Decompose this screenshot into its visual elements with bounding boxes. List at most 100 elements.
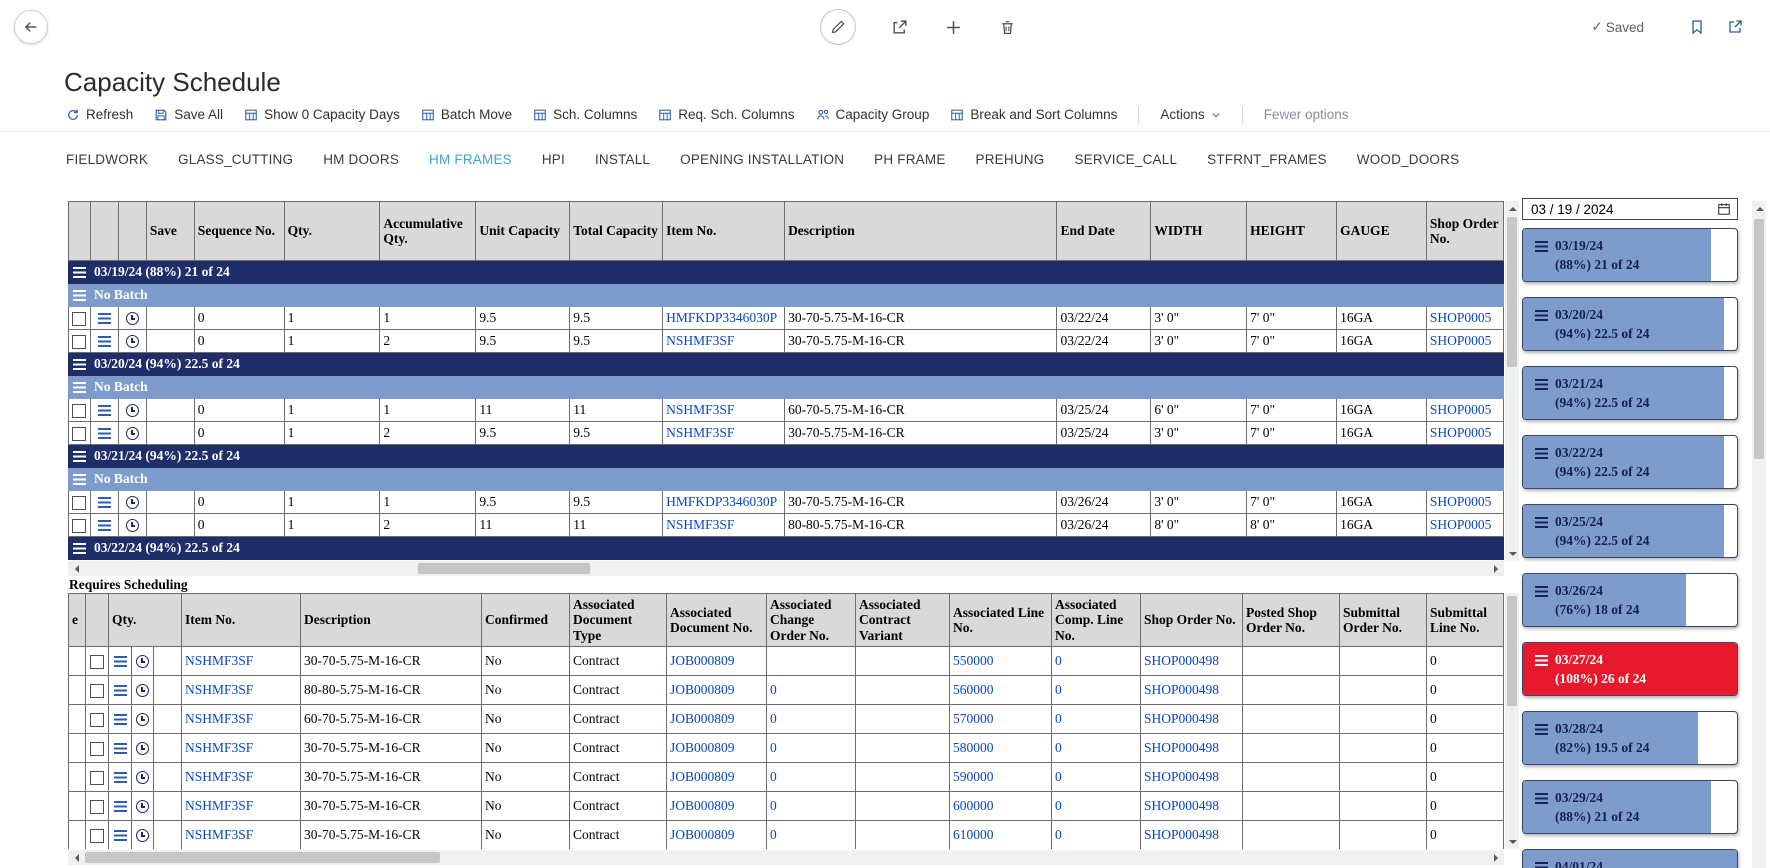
clock-icon[interactable] [126,335,139,348]
row-menu-icon[interactable] [98,405,111,416]
capacity-grid-hscrollbar[interactable] [68,561,1504,576]
capacity-group-row[interactable]: 03/19/24 (88%) 21 of 24 [69,261,1504,284]
card-menu-icon[interactable] [1535,310,1548,321]
row-menu-icon[interactable] [114,656,127,667]
card-menu-icon[interactable] [1535,517,1548,528]
scroll-right-icon[interactable] [1494,854,1498,862]
col-item-no[interactable]: Item No. [663,202,785,261]
capacity-group-row[interactable]: 03/22/24 (94%) 22.5 of 24 [69,537,1504,560]
clock-icon[interactable] [126,519,139,532]
shop-order-link[interactable]: SHOP0005 [1426,422,1503,445]
card-menu-icon[interactable] [1535,793,1548,804]
clock-icon[interactable] [136,713,149,726]
batch-row[interactable]: No Batch [69,284,1504,307]
col-item-no[interactable]: Item No. [182,594,301,647]
card-menu-icon[interactable] [1535,586,1548,597]
clock-icon[interactable] [126,312,139,325]
capacity-group-button[interactable]: Capacity Group [816,107,930,122]
shop-order-link[interactable]: SHOP000498 [1141,734,1243,763]
row-checkbox[interactable] [72,519,86,533]
line-no-link[interactable]: 580000 [950,734,1052,763]
row-menu-icon[interactable] [114,801,127,812]
day-card[interactable]: 03/22/24 (94%) 22.5 of 24 [1522,435,1738,489]
tab-hpi[interactable]: HPI [542,152,565,167]
batch-move-button[interactable]: Batch Move [421,107,512,122]
save-all-button[interactable]: Save All [154,107,223,122]
day-card[interactable]: 04/01/24 [1522,849,1738,868]
date-picker[interactable]: 03 / 19 / 2024 [1522,198,1738,220]
row-checkbox[interactable] [90,742,104,756]
row-checkbox[interactable] [90,655,104,669]
col-assoc-doc-type[interactable]: Associated Document Type [570,594,667,647]
group-menu-icon[interactable] [73,543,86,554]
shop-order-link[interactable]: SHOP000498 [1141,705,1243,734]
scroll-up-icon[interactable] [1756,207,1764,211]
col-assoc-doc-no[interactable]: Associated Document No. [667,594,767,647]
shop-order-link[interactable]: SHOP0005 [1426,514,1503,537]
row-checkbox[interactable] [90,800,104,814]
day-card[interactable]: 03/25/24 (94%) 22.5 of 24 [1522,504,1738,558]
item-no-link[interactable]: HMFKDP3346030P [663,307,785,330]
row-menu-icon[interactable] [98,520,111,531]
day-card[interactable]: 03/26/24 (76%) 18 of 24 [1522,573,1738,627]
shop-order-link[interactable]: SHOP0005 [1426,307,1503,330]
col-total-capacity[interactable]: Total Capacity [570,202,663,261]
line-no-link[interactable]: 590000 [950,763,1052,792]
back-button[interactable] [14,10,48,44]
shop-order-link[interactable]: SHOP000498 [1141,821,1243,850]
batch-row[interactable]: No Batch [69,468,1504,491]
row-checkbox[interactable] [72,335,86,349]
clock-icon[interactable] [136,771,149,784]
row-menu-icon[interactable] [114,685,127,696]
batch-menu-icon[interactable] [73,290,86,301]
row-checkbox[interactable] [90,713,104,727]
clock-icon[interactable] [136,742,149,755]
clock-icon[interactable] [126,496,139,509]
day-card[interactable]: 03/29/24 (88%) 21 of 24 [1522,780,1738,834]
show-zero-capacity-days-button[interactable]: Show 0 Capacity Days [244,107,400,122]
shop-order-link[interactable]: SHOP0005 [1426,330,1503,353]
group-menu-icon[interactable] [73,267,86,278]
col-end-date[interactable]: End Date [1057,202,1151,261]
col-submittal-line-no[interactable]: Submittal Line No. [1427,594,1504,647]
line-no-link[interactable]: 570000 [950,705,1052,734]
day-card[interactable]: 03/19/24 (88%) 21 of 24 [1522,228,1738,282]
col-assoc-contract-variant[interactable]: Associated Contract Variant [856,594,950,647]
col-qty[interactable]: Qty. [109,594,182,647]
line-no-link[interactable]: 610000 [950,821,1052,850]
col-description[interactable]: Description [785,202,1057,261]
group-menu-icon[interactable] [73,451,86,462]
doc-no-link[interactable]: JOB000809 [667,821,767,850]
scroll-down-icon[interactable] [1509,840,1517,844]
col-gauge[interactable]: GAUGE [1337,202,1427,261]
shop-order-link[interactable]: SHOP000498 [1141,676,1243,705]
card-menu-icon[interactable] [1535,862,1548,868]
col-qty[interactable]: Qty. [284,202,380,261]
day-card[interactable]: 03/21/24 (94%) 22.5 of 24 [1522,366,1738,420]
col-submittal-order-no[interactable]: Submittal Order No. [1340,594,1427,647]
line-no-link[interactable]: 560000 [950,676,1052,705]
scroll-up-icon[interactable] [1509,207,1517,211]
card-menu-icon[interactable] [1535,241,1548,252]
col-height[interactable]: HEIGHT [1247,202,1337,261]
col-shop-order-no[interactable]: Shop Order No. [1141,594,1243,647]
clock-icon[interactable] [136,829,149,842]
col-sequence-no[interactable]: Sequence No. [194,202,284,261]
requires-grid-hscrollbar[interactable] [68,850,1504,865]
card-menu-icon[interactable] [1535,655,1548,666]
fewer-options-button[interactable]: Fewer options [1264,107,1349,122]
delete-button[interactable] [996,16,1018,38]
row-menu-icon[interactable] [98,313,111,324]
clock-icon[interactable] [136,655,149,668]
day-card[interactable]: 03/27/24 (108%) 26 of 24 [1522,642,1738,696]
tab-wood-doors[interactable]: WOOD_DOORS [1357,152,1460,167]
row-checkbox[interactable] [72,404,86,418]
tab-hm-doors[interactable]: HM DOORS [323,152,399,167]
shop-order-link[interactable]: SHOP0005 [1426,399,1503,422]
item-no-link[interactable]: NSHMF3SF [182,734,301,763]
clock-icon[interactable] [126,427,139,440]
col-description[interactable]: Description [301,594,482,647]
item-no-link[interactable]: NSHMF3SF [663,422,785,445]
refresh-button[interactable]: Refresh [66,107,133,122]
item-no-link[interactable]: HMFKDP3346030P [663,491,785,514]
